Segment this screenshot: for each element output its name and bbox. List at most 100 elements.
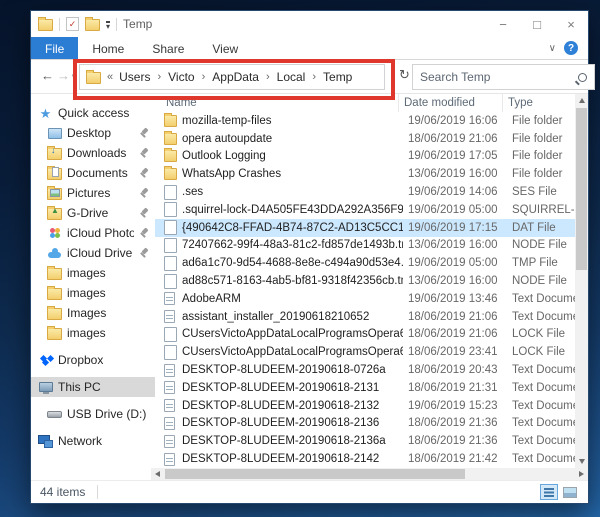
- file-icon: [164, 185, 177, 200]
- breadcrumb-item-local[interactable]: Local: [277, 70, 306, 84]
- file-row[interactable]: DESKTOP-8LUDEEM-20190618-213618/06/2019 …: [155, 415, 575, 433]
- file-date-modified: 13/06/2019 16:00: [403, 239, 507, 251]
- file-type: DAT File: [507, 222, 575, 234]
- horizontal-scrollbar-thumb[interactable]: [165, 469, 465, 479]
- file-date-modified: 19/06/2019 15:23: [403, 400, 507, 412]
- file-row[interactable]: AdobeARM19/06/2019 13:46Text Document: [155, 290, 575, 308]
- text-file-icon: [164, 292, 175, 305]
- file-row[interactable]: opera autoupdate18/06/2019 21:06File fol…: [155, 130, 575, 148]
- sidebar-item-icloud-drive[interactable]: iCloud Drive: [31, 243, 155, 263]
- recent-locations-icon[interactable]: ∨: [71, 72, 77, 81]
- sidebar-item-images[interactable]: images: [31, 323, 155, 343]
- search-input[interactable]: Search Temp: [412, 64, 595, 90]
- file-row[interactable]: Outlook Logging19/06/2019 17:05File fold…: [155, 148, 575, 166]
- new-folder-icon[interactable]: [85, 17, 100, 31]
- file-row[interactable]: CUsersVictoAppDataLocalProgramsOpera60.0…: [155, 343, 575, 361]
- file-icon-cell: [155, 381, 177, 394]
- ribbon-tabs: FileHomeShareView ∨ ?: [31, 37, 588, 60]
- scroll-left-icon[interactable]: [151, 468, 164, 480]
- properties-check-icon[interactable]: ✓: [66, 17, 79, 31]
- tab-view[interactable]: View: [198, 37, 252, 59]
- sidebar-item-images[interactable]: images: [31, 263, 155, 283]
- text-file-icon: [164, 364, 175, 377]
- folder-icon: [164, 115, 177, 127]
- close-button[interactable]: ×: [554, 11, 588, 37]
- tab-home[interactable]: Home: [78, 37, 138, 59]
- minimize-button[interactable]: −: [486, 11, 520, 37]
- search-icon[interactable]: [578, 73, 587, 82]
- sidebar-item-downloads[interactable]: ↓Downloads: [31, 143, 155, 163]
- sidebar-item-documents[interactable]: Documents: [31, 163, 155, 183]
- file-type: LOCK File: [507, 328, 575, 340]
- file-row[interactable]: ad88c571-8163-4ab5-bf81-9318f42356cb.tmp…: [155, 272, 575, 290]
- file-row[interactable]: DESKTOP-8LUDEEM-20190618-214218/06/2019 …: [155, 450, 575, 468]
- large-icons-view-button[interactable]: [561, 484, 579, 500]
- sidebar-item-label: images: [67, 266, 106, 280]
- address-bar[interactable]: « Users › Victo › AppData › Local › Temp: [79, 64, 385, 90]
- vertical-scrollbar[interactable]: [575, 94, 588, 468]
- sidebar-item-quick-access[interactable]: Quick access: [31, 103, 155, 123]
- file-row[interactable]: DESKTOP-8LUDEEM-20190618-2136a18/06/2019…: [155, 432, 575, 450]
- sidebar-item-network[interactable]: Network: [31, 431, 155, 451]
- column-header-name[interactable]: Name: [155, 94, 399, 112]
- maximize-button[interactable]: □: [520, 11, 554, 37]
- address-dropdown-icon[interactable]: ∨: [390, 72, 396, 81]
- back-icon[interactable]: ←: [41, 68, 54, 83]
- scroll-right-icon[interactable]: [575, 468, 588, 480]
- file-type: Text Document: [507, 400, 575, 412]
- sidebar-item-images[interactable]: images: [31, 283, 155, 303]
- file-row[interactable]: WhatsApp Crashes13/06/2019 16:00File fol…: [155, 165, 575, 183]
- forward-icon: →: [57, 68, 70, 83]
- file-row[interactable]: ad6a1c70-9d54-4688-8e8e-c494a90d53e4.tmp…: [155, 254, 575, 272]
- column-headers: Name Date modified Type: [155, 94, 588, 112]
- help-icon[interactable]: ?: [564, 41, 578, 55]
- sidebar-item-dropbox[interactable]: Dropbox: [31, 350, 155, 370]
- main-content: Quick accessDesktop↓DownloadsDocumentsPi…: [31, 94, 588, 468]
- vertical-scrollbar-thumb[interactable]: [576, 108, 587, 270]
- file-row[interactable]: DESKTOP-8LUDEEM-20190618-213118/06/2019 …: [155, 379, 575, 397]
- tab-share[interactable]: Share: [138, 37, 198, 59]
- breadcrumb-item-victo[interactable]: Victo: [168, 70, 194, 84]
- file-row[interactable]: .squirrel-lock-D4A505FE43DDA292A356F9F43…: [155, 201, 575, 219]
- sidebar-item-g-drive[interactable]: ▲G-Drive: [31, 203, 155, 223]
- file-row[interactable]: DESKTOP-8LUDEEM-20190618-213219/06/2019 …: [155, 397, 575, 415]
- file-row[interactable]: assistant_installer_2019061821065218/06/…: [155, 308, 575, 326]
- sidebar-item-images[interactable]: Images: [31, 303, 155, 323]
- tab-file[interactable]: File: [31, 37, 78, 59]
- file-row[interactable]: mozilla-temp-files19/06/2019 16:06File f…: [155, 112, 575, 130]
- sidebar-item-desktop[interactable]: Desktop: [31, 123, 155, 143]
- file-row[interactable]: 72407662-99f4-48a3-81c2-fd857de1493b.tmp…: [155, 237, 575, 255]
- horizontal-scrollbar[interactable]: [151, 468, 588, 480]
- file-icon-cell: [155, 327, 177, 342]
- sidebar-item-icloud-photos[interactable]: iCloud Photos: [31, 223, 155, 243]
- crumb-separator-icon[interactable]: ›: [201, 71, 207, 83]
- refresh-icon[interactable]: ↻: [399, 67, 410, 83]
- file-row[interactable]: CUsersVictoAppDataLocalProgramsOpera60.0…: [155, 326, 575, 344]
- ribbon-collapse-icon[interactable]: ∨: [549, 43, 556, 54]
- breadcrumb-item-users[interactable]: Users: [119, 70, 150, 84]
- crumb-separator-icon[interactable]: ›: [265, 71, 271, 83]
- breadcrumb-item-temp[interactable]: Temp: [323, 70, 352, 84]
- crumb-separator-icon[interactable]: ›: [156, 71, 162, 83]
- file-date-modified: 19/06/2019 14:06: [403, 186, 507, 198]
- breadcrumb-item-appdata[interactable]: AppData: [212, 70, 259, 84]
- folder-icon: [47, 326, 62, 340]
- sidebar-item-this-pc[interactable]: This PC: [31, 377, 155, 397]
- file-type: File folder: [507, 115, 575, 127]
- file-row[interactable]: {490642C8-FFAD-4B74-87C2-AD13C5CC1D22} .…: [155, 219, 575, 237]
- sidebar-item-usb-drive-d[interactable]: USB Drive (D:): [31, 404, 155, 424]
- window-title: Temp: [123, 17, 152, 31]
- column-header-date-modified[interactable]: Date modified: [399, 94, 503, 112]
- sidebar-item-pictures[interactable]: Pictures: [31, 183, 155, 203]
- file-row[interactable]: DESKTOP-8LUDEEM-20190618-0726a18/06/2019…: [155, 361, 575, 379]
- details-view-button[interactable]: [540, 484, 558, 500]
- scroll-up-icon[interactable]: [575, 94, 588, 107]
- this-pc-icon: [38, 380, 53, 394]
- crumb-separator-icon[interactable]: ›: [311, 71, 317, 83]
- explorer-window: ✓ ▾ Temp − □ × FileHomeShareView ∨ ? ← →…: [30, 10, 589, 504]
- file-row[interactable]: .ses19/06/2019 14:06SES File: [155, 183, 575, 201]
- scroll-down-icon[interactable]: [575, 455, 588, 468]
- quick-access-toolbar-caret-icon[interactable]: ▾: [106, 21, 110, 29]
- file-name: DESKTOP-8LUDEEM-20190618-2142: [177, 453, 403, 465]
- crumb-overflow-icon[interactable]: «: [106, 71, 114, 83]
